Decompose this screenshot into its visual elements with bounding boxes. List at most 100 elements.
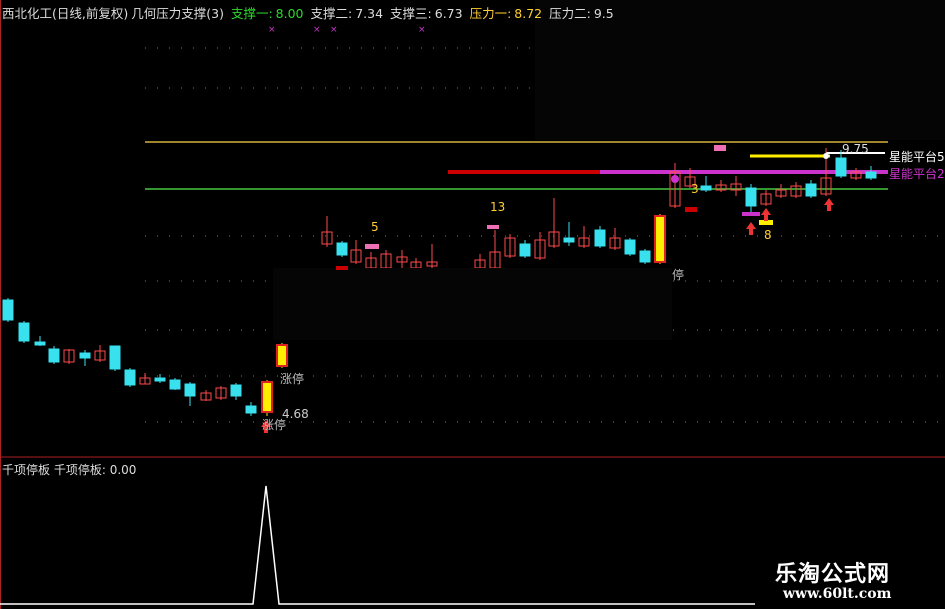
arrow-up-icon xyxy=(824,198,834,211)
candle-body xyxy=(865,171,877,179)
support2-value: 7.34 xyxy=(355,6,384,21)
candle xyxy=(700,176,712,192)
sub-indicator-label: 千项停板: xyxy=(53,463,106,477)
cross-marker: × xyxy=(313,25,321,35)
candle-body xyxy=(519,243,531,257)
candle xyxy=(261,380,273,416)
candle xyxy=(474,254,486,270)
candle-body xyxy=(79,352,91,359)
candle-body xyxy=(34,341,46,346)
count-3-label: 3 xyxy=(691,182,699,196)
candle-body xyxy=(245,405,257,414)
candle-body xyxy=(805,183,817,197)
watermark: 乐淘公式网 www.60lt.com xyxy=(755,548,945,609)
candle xyxy=(534,232,546,260)
candle xyxy=(639,249,651,264)
support3-value: 6.73 xyxy=(434,6,463,21)
cross-marker: × xyxy=(268,25,276,35)
support1-label: 支撑一: xyxy=(230,6,273,21)
candle xyxy=(63,349,75,364)
candle-body xyxy=(169,379,181,390)
candle xyxy=(594,226,606,248)
candle-body xyxy=(700,185,712,191)
candle xyxy=(396,250,408,268)
support2-label: 支撑二: xyxy=(310,6,353,21)
pressure2-label: 压力二: xyxy=(549,6,591,21)
watermark-title: 乐淘公式网 xyxy=(775,561,891,587)
masked-region xyxy=(273,268,672,340)
candle xyxy=(745,184,757,212)
candle xyxy=(276,343,288,368)
candle xyxy=(805,180,817,198)
candle-body xyxy=(624,239,636,255)
candle xyxy=(124,368,136,387)
sub-indicator-header: 千项停板 千项停板: 0.00 xyxy=(2,461,136,478)
stop-label: 停 xyxy=(672,268,685,282)
candle-body xyxy=(654,215,666,263)
candle xyxy=(563,222,575,246)
signal-marker xyxy=(336,266,348,270)
stock-name: 西北化工(日线,前复权) xyxy=(2,6,129,21)
candle xyxy=(184,382,196,406)
candle-body xyxy=(109,345,121,370)
candle-body xyxy=(745,187,757,207)
candle-body xyxy=(124,369,136,386)
candle xyxy=(245,402,257,416)
candle xyxy=(230,383,242,400)
candle xyxy=(426,244,438,270)
candle-body xyxy=(276,344,288,367)
limit-up-label-1: 涨停 xyxy=(280,372,305,386)
candle xyxy=(669,163,681,208)
platform-dot xyxy=(823,153,829,159)
cross-marker: × xyxy=(418,25,426,35)
count-8-label: 8 xyxy=(764,228,772,242)
cross-marker: × xyxy=(330,25,338,35)
candle xyxy=(154,374,166,383)
count-13-label: 13 xyxy=(490,200,506,214)
count-5-label: 5 xyxy=(371,220,379,234)
candle xyxy=(109,345,121,371)
pressure1-value: 8.72 xyxy=(514,6,543,21)
star-platform-label-1: 星能平台50 xyxy=(889,150,945,164)
candle xyxy=(715,180,727,192)
signal-dot xyxy=(671,175,679,183)
signal-marker xyxy=(365,244,379,249)
pressure1-label: 压力一: xyxy=(469,6,512,21)
candle xyxy=(215,386,227,400)
high-price-label: 9.75 xyxy=(842,142,869,156)
signal-marker xyxy=(487,225,499,229)
candle xyxy=(548,198,560,248)
candle xyxy=(775,184,787,198)
candle xyxy=(336,241,348,257)
candle xyxy=(504,234,516,258)
pressure2-value: 9.5 xyxy=(593,6,614,21)
candle-body xyxy=(18,322,30,342)
candlestick-chart[interactable]: × × × × xyxy=(0,0,945,609)
candle xyxy=(730,176,742,196)
candle xyxy=(169,378,181,390)
signal-marker xyxy=(685,207,697,212)
low-price-label: 4.68 xyxy=(282,407,309,421)
candle xyxy=(578,226,590,248)
candle-body xyxy=(594,229,606,247)
candle xyxy=(865,166,877,180)
indicator-name: 几何压力支撑(3) xyxy=(131,6,224,21)
star-platform-label-2: 星能平台20 xyxy=(889,167,945,181)
sub-indicator-value: 0.00 xyxy=(109,463,137,477)
support1-value: 8.00 xyxy=(275,6,304,21)
candle-body xyxy=(563,237,575,243)
candle-body xyxy=(835,157,847,177)
candle-body xyxy=(336,242,348,256)
sub-indicator-name: 千项停板 xyxy=(2,463,51,477)
candle xyxy=(380,250,392,270)
candle-body xyxy=(48,348,60,363)
candle xyxy=(2,298,14,322)
support3-label: 支撑三: xyxy=(390,6,432,21)
candle xyxy=(79,350,91,366)
candle xyxy=(760,190,772,206)
candle xyxy=(139,373,151,385)
candle xyxy=(790,182,802,198)
candle xyxy=(624,238,636,256)
candle xyxy=(350,240,362,264)
candle xyxy=(18,321,30,343)
